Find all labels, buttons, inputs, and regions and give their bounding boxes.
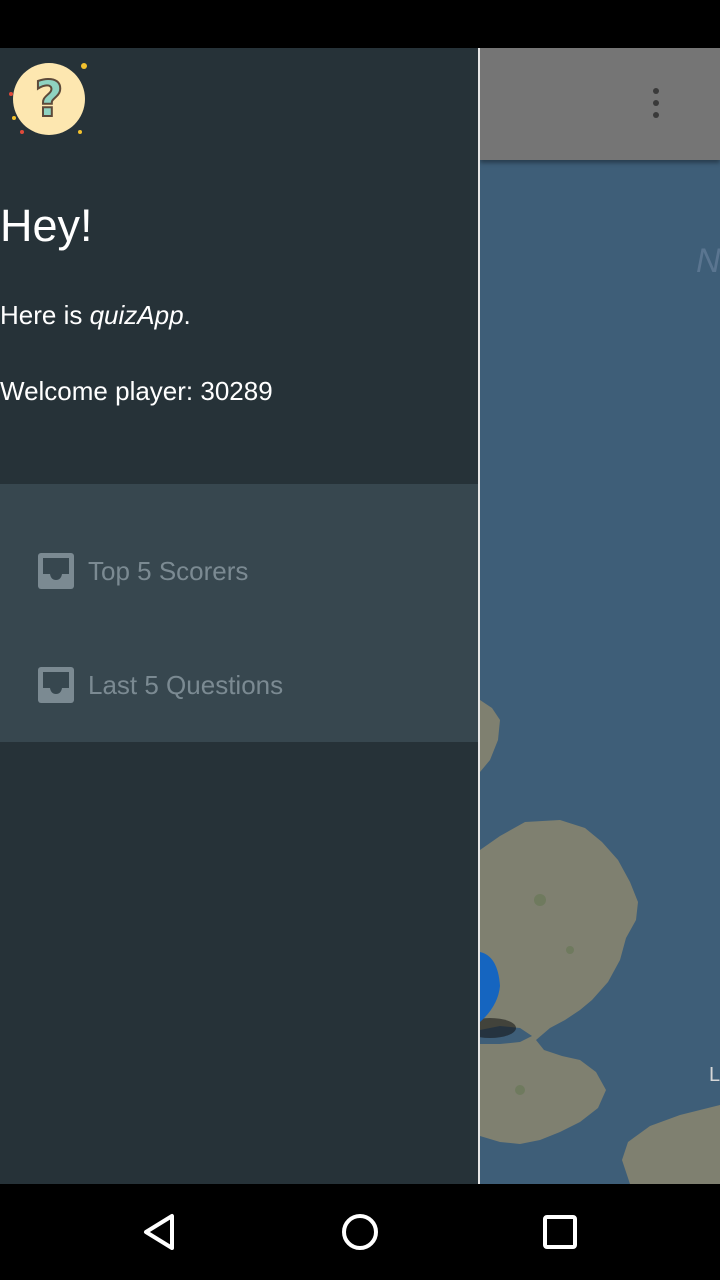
intro-text: Here is quizApp. <box>0 300 191 330</box>
welcome-player-text: Welcome player: 30289 <box>0 376 273 406</box>
back-icon[interactable] <box>136 1208 184 1256</box>
drawer-divider <box>478 48 480 1184</box>
menu-item-label: Last 5 Questions <box>88 669 284 700</box>
app-toolbar <box>480 48 720 160</box>
navigation-drawer: ? Hey! Here is quizApp. Welcome player: … <box>0 48 478 1184</box>
svg-text:?: ? <box>34 70 63 128</box>
quiz-logo-icon: ? <box>8 58 90 140</box>
menu-item-last-questions[interactable]: Last 5 Questions <box>0 630 478 740</box>
menu-item-top-scorers[interactable]: Top 5 Scorers <box>0 516 478 626</box>
recent-apps-icon[interactable] <box>536 1208 584 1256</box>
more-vert-icon[interactable] <box>640 84 672 124</box>
map-graphic <box>480 160 720 1184</box>
menu-item-label: Top 5 Scorers <box>88 555 249 586</box>
inbox-icon <box>38 667 74 703</box>
map-label: N <box>696 242 720 280</box>
system-navigation-bar <box>0 1184 720 1280</box>
home-icon[interactable] <box>336 1208 384 1256</box>
inbox-icon <box>38 553 74 589</box>
status-bar <box>0 0 720 48</box>
map-label: L <box>709 1064 720 1086</box>
app-name: quizApp <box>89 300 184 330</box>
map-view[interactable]: N L <box>480 160 720 1184</box>
main-app-background: N L <box>480 48 720 1184</box>
drawer-menu: Top 5 Scorers Last 5 Questions <box>0 484 478 742</box>
greeting-heading: Hey! <box>0 200 93 251</box>
